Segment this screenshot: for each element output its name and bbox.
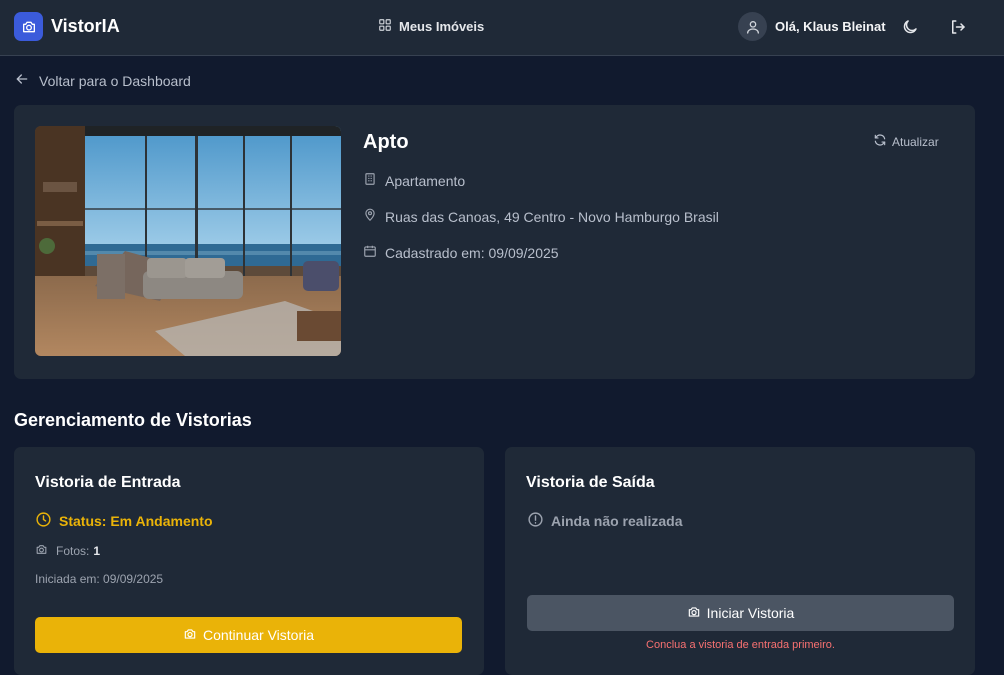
property-title: Apto <box>363 131 409 153</box>
exit-status: Ainda não realizada <box>527 511 682 531</box>
user-icon <box>738 12 767 41</box>
top-navbar: VistorIA Meus Imóveis Olá, Klaus Bleinat <box>0 0 1004 56</box>
continue-inspection-button[interactable]: Continuar Vistoria <box>35 617 462 653</box>
property-address: Ruas das Canoas, 49 Centro - Novo Hambur… <box>385 208 719 225</box>
nav-meus-imoveis[interactable]: Meus Imóveis <box>378 18 484 35</box>
camera-icon <box>687 605 707 622</box>
photos-count: 1 <box>93 544 101 558</box>
exit-card-title: Vistoria de Saída <box>526 474 655 491</box>
clock-icon <box>35 511 59 531</box>
property-type-row: Apartamento <box>363 172 465 189</box>
start-button-label: Iniciar Vistoria <box>706 605 795 621</box>
user-menu[interactable]: Olá, Klaus Bleinat <box>738 12 886 41</box>
exit-warning-text: Conclua a vistoria de entrada primeiro. <box>646 639 835 651</box>
entry-started-date: Iniciada em: 09/09/2025 <box>35 572 164 586</box>
camera-icon <box>14 12 43 41</box>
calendar-icon <box>363 244 385 261</box>
refresh-label: Atualizar <box>892 134 939 149</box>
camera-icon <box>35 543 56 559</box>
back-to-dashboard-link[interactable]: Voltar para o Dashboard <box>14 71 191 90</box>
logout-icon[interactable] <box>948 17 968 37</box>
entry-photos-row: Fotos: 1 <box>35 543 100 559</box>
map-pin-icon <box>363 208 385 225</box>
property-type: Apartamento <box>385 172 466 189</box>
entry-status: Status: Em Andamento <box>35 511 213 531</box>
property-registered-date: Cadastrado em: 09/09/2025 <box>385 244 559 261</box>
building-icon <box>363 172 385 189</box>
brand[interactable]: VistorIA <box>14 12 120 41</box>
camera-icon <box>183 627 203 644</box>
entry-inspection-card: Vistoria de Entrada Status: Em Andamento… <box>14 447 484 675</box>
entry-card-title: Vistoria de Entrada <box>35 474 181 491</box>
entry-status-label: Status: Em Andamento <box>59 513 213 529</box>
alert-circle-icon <box>527 511 551 531</box>
property-photo <box>35 126 341 356</box>
user-greeting: Olá, Klaus Bleinat <box>775 19 886 34</box>
photos-label: Fotos: <box>56 544 90 558</box>
grid-icon <box>378 18 399 35</box>
back-link-label: Voltar para o Dashboard <box>39 72 191 89</box>
continue-button-label: Continuar Vistoria <box>202 627 315 643</box>
refresh-icon <box>873 133 892 150</box>
arrow-left-icon <box>14 71 39 90</box>
nav-label: Meus Imóveis <box>399 19 485 34</box>
moon-icon[interactable] <box>900 17 920 37</box>
property-date-row: Cadastrado em: 09/09/2025 <box>363 244 559 261</box>
exit-inspection-card: Vistoria de Saída Ainda não realizada In… <box>505 447 975 675</box>
section-title: Gerenciamento de Vistorias <box>14 410 252 430</box>
start-inspection-button[interactable]: Iniciar Vistoria <box>527 595 954 631</box>
refresh-button[interactable]: Atualizar <box>873 133 939 150</box>
exit-status-label: Ainda não realizada <box>551 513 683 529</box>
app-name: VistorIA <box>51 16 120 36</box>
property-address-row: Ruas das Canoas, 49 Centro - Novo Hambur… <box>363 208 719 225</box>
property-card: Apto Atualizar Apartamento Ruas das Cano… <box>14 105 975 379</box>
